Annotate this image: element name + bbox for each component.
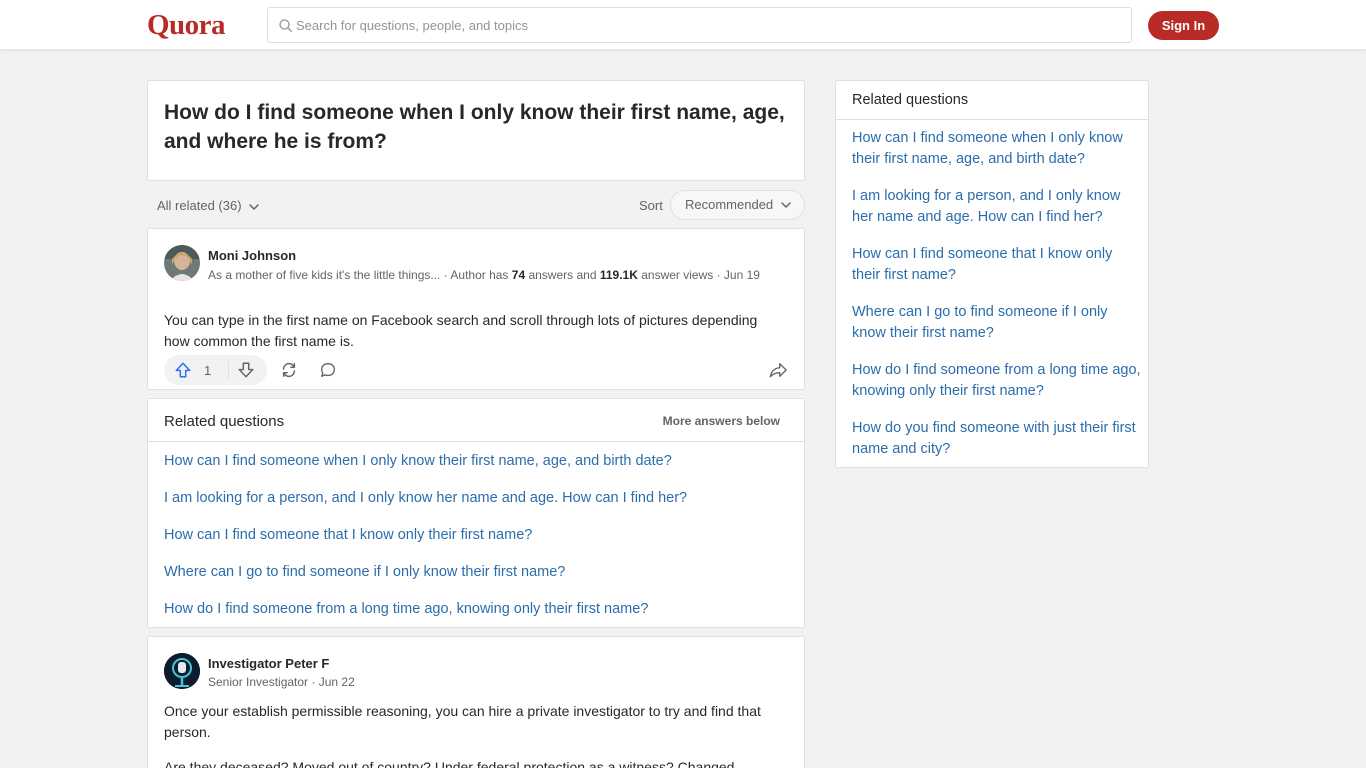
quora-logo[interactable]: Quora — [147, 9, 226, 41]
answer-text: Are they deceased? Moved out of country?… — [164, 759, 735, 768]
answer-filter-row: All related (36) Sort Recommended — [147, 190, 805, 220]
view-count: 119.1K — [599, 268, 638, 282]
list-item: How do you find someone with just their … — [852, 418, 1142, 476]
upvote-icon[interactable] — [174, 361, 192, 379]
avatar-image — [164, 653, 200, 689]
meta-text: · Author has — [440, 268, 512, 282]
related-question-link[interactable]: I am looking for a person, and I only kn… — [164, 490, 687, 506]
sort-dropdown[interactable]: Recommended — [670, 190, 805, 220]
sign-in-button[interactable]: Sign In — [1148, 11, 1219, 40]
author-credentials: Senior Investigator · Jun 22 — [208, 675, 355, 689]
vote-divider — [228, 361, 229, 379]
chevron-down-icon — [781, 202, 791, 208]
related-questions-sidebar: Related questions How can I find someone… — [835, 80, 1149, 468]
related-questions-title: Related questions — [164, 413, 285, 430]
related-question-link[interactable]: How do I find someone from a long time a… — [852, 362, 1141, 399]
top-nav-bar: Quora Sign In — [0, 0, 1366, 50]
author-avatar[interactable] — [164, 653, 200, 689]
related-question-link[interactable]: How can I find someone when I only know … — [852, 130, 1123, 167]
related-questions-inline: Related questions More answers below How… — [147, 398, 805, 628]
related-question-link[interactable]: How do I find someone from a long time a… — [164, 601, 648, 617]
list-item: I am looking for a person, and I only kn… — [164, 488, 687, 525]
related-questions-list: How can I find someone when I only know … — [852, 128, 1142, 476]
list-item: How can I find someone when I only know … — [852, 128, 1142, 186]
author-name[interactable]: Moni Johnson — [208, 248, 296, 263]
author-credential[interactable]: As a mother of five kids it's the little… — [208, 268, 440, 282]
search-box[interactable] — [267, 7, 1132, 43]
question-card: How do I find someone when I only know t… — [147, 80, 805, 181]
list-item: How can I find someone that I know only … — [164, 525, 687, 562]
more-answers-below: More answers below — [662, 414, 780, 428]
search-input[interactable] — [296, 9, 1116, 41]
question-title: How do I find someone when I only know t… — [164, 101, 785, 153]
list-item: I am looking for a person, and I only kn… — [852, 186, 1142, 244]
answer-card: Moni Johnson As a mother of five kids it… — [147, 228, 805, 390]
list-item: How can I find someone that I know only … — [852, 244, 1142, 302]
search-icon — [279, 19, 292, 32]
answer-count: 74 — [511, 268, 526, 282]
answer-text: Once your establish permissible reasonin… — [164, 703, 761, 740]
meta-text: answer views · — [637, 268, 724, 282]
list-item: How do I find someone from a long time a… — [852, 360, 1142, 418]
answer-text: You can type in the first name on Facebo… — [164, 312, 758, 349]
upvote-count: 1 — [204, 363, 212, 378]
divider — [148, 441, 804, 442]
related-question-link[interactable]: I am looking for a person, and I only kn… — [852, 188, 1120, 225]
list-item: How do I find someone from a long time a… — [164, 599, 687, 636]
chevron-down-icon — [249, 203, 259, 210]
related-question-link[interactable]: How can I find someone that I know only … — [852, 246, 1112, 283]
avatar-image — [164, 245, 200, 281]
sort-value: Recommended — [685, 197, 774, 212]
list-item: Where can I go to find someone if I only… — [164, 562, 687, 599]
sort-label: Sort — [639, 198, 663, 213]
related-question-link[interactable]: Where can I go to find someone if I only… — [164, 564, 565, 580]
all-related-label: All related (36) — [157, 198, 242, 213]
related-question-link[interactable]: How do you find someone with just their … — [852, 420, 1136, 457]
answer-card: Investigator Peter F Senior Investigator… — [147, 636, 805, 768]
related-question-link[interactable]: Where can I go to find someone if I only… — [852, 304, 1108, 341]
list-item: Where can I go to find someone if I only… — [852, 302, 1142, 360]
all-related-dropdown[interactable]: All related (36) — [157, 198, 260, 213]
reshare-icon[interactable] — [280, 361, 298, 379]
list-item: How can I find someone when I only know … — [164, 451, 687, 488]
author-credentials: As a mother of five kids it's the little… — [208, 266, 778, 284]
share-icon[interactable] — [768, 361, 788, 379]
related-questions-list: How can I find someone when I only know … — [164, 451, 687, 636]
comment-icon[interactable] — [319, 361, 337, 379]
author-name[interactable]: Investigator Peter F — [208, 656, 329, 671]
vote-controls: 1 — [164, 355, 267, 385]
related-question-link[interactable]: How can I find someone when I only know … — [164, 453, 672, 469]
downvote-icon[interactable] — [237, 361, 255, 379]
meta-text: answers and — [525, 268, 600, 282]
related-questions-title: Related questions — [852, 92, 969, 108]
author-avatar[interactable] — [164, 245, 200, 281]
answer-date[interactable]: Jun 19 — [724, 268, 760, 282]
divider — [836, 119, 1148, 120]
related-question-link[interactable]: How can I find someone that I know only … — [164, 527, 532, 543]
